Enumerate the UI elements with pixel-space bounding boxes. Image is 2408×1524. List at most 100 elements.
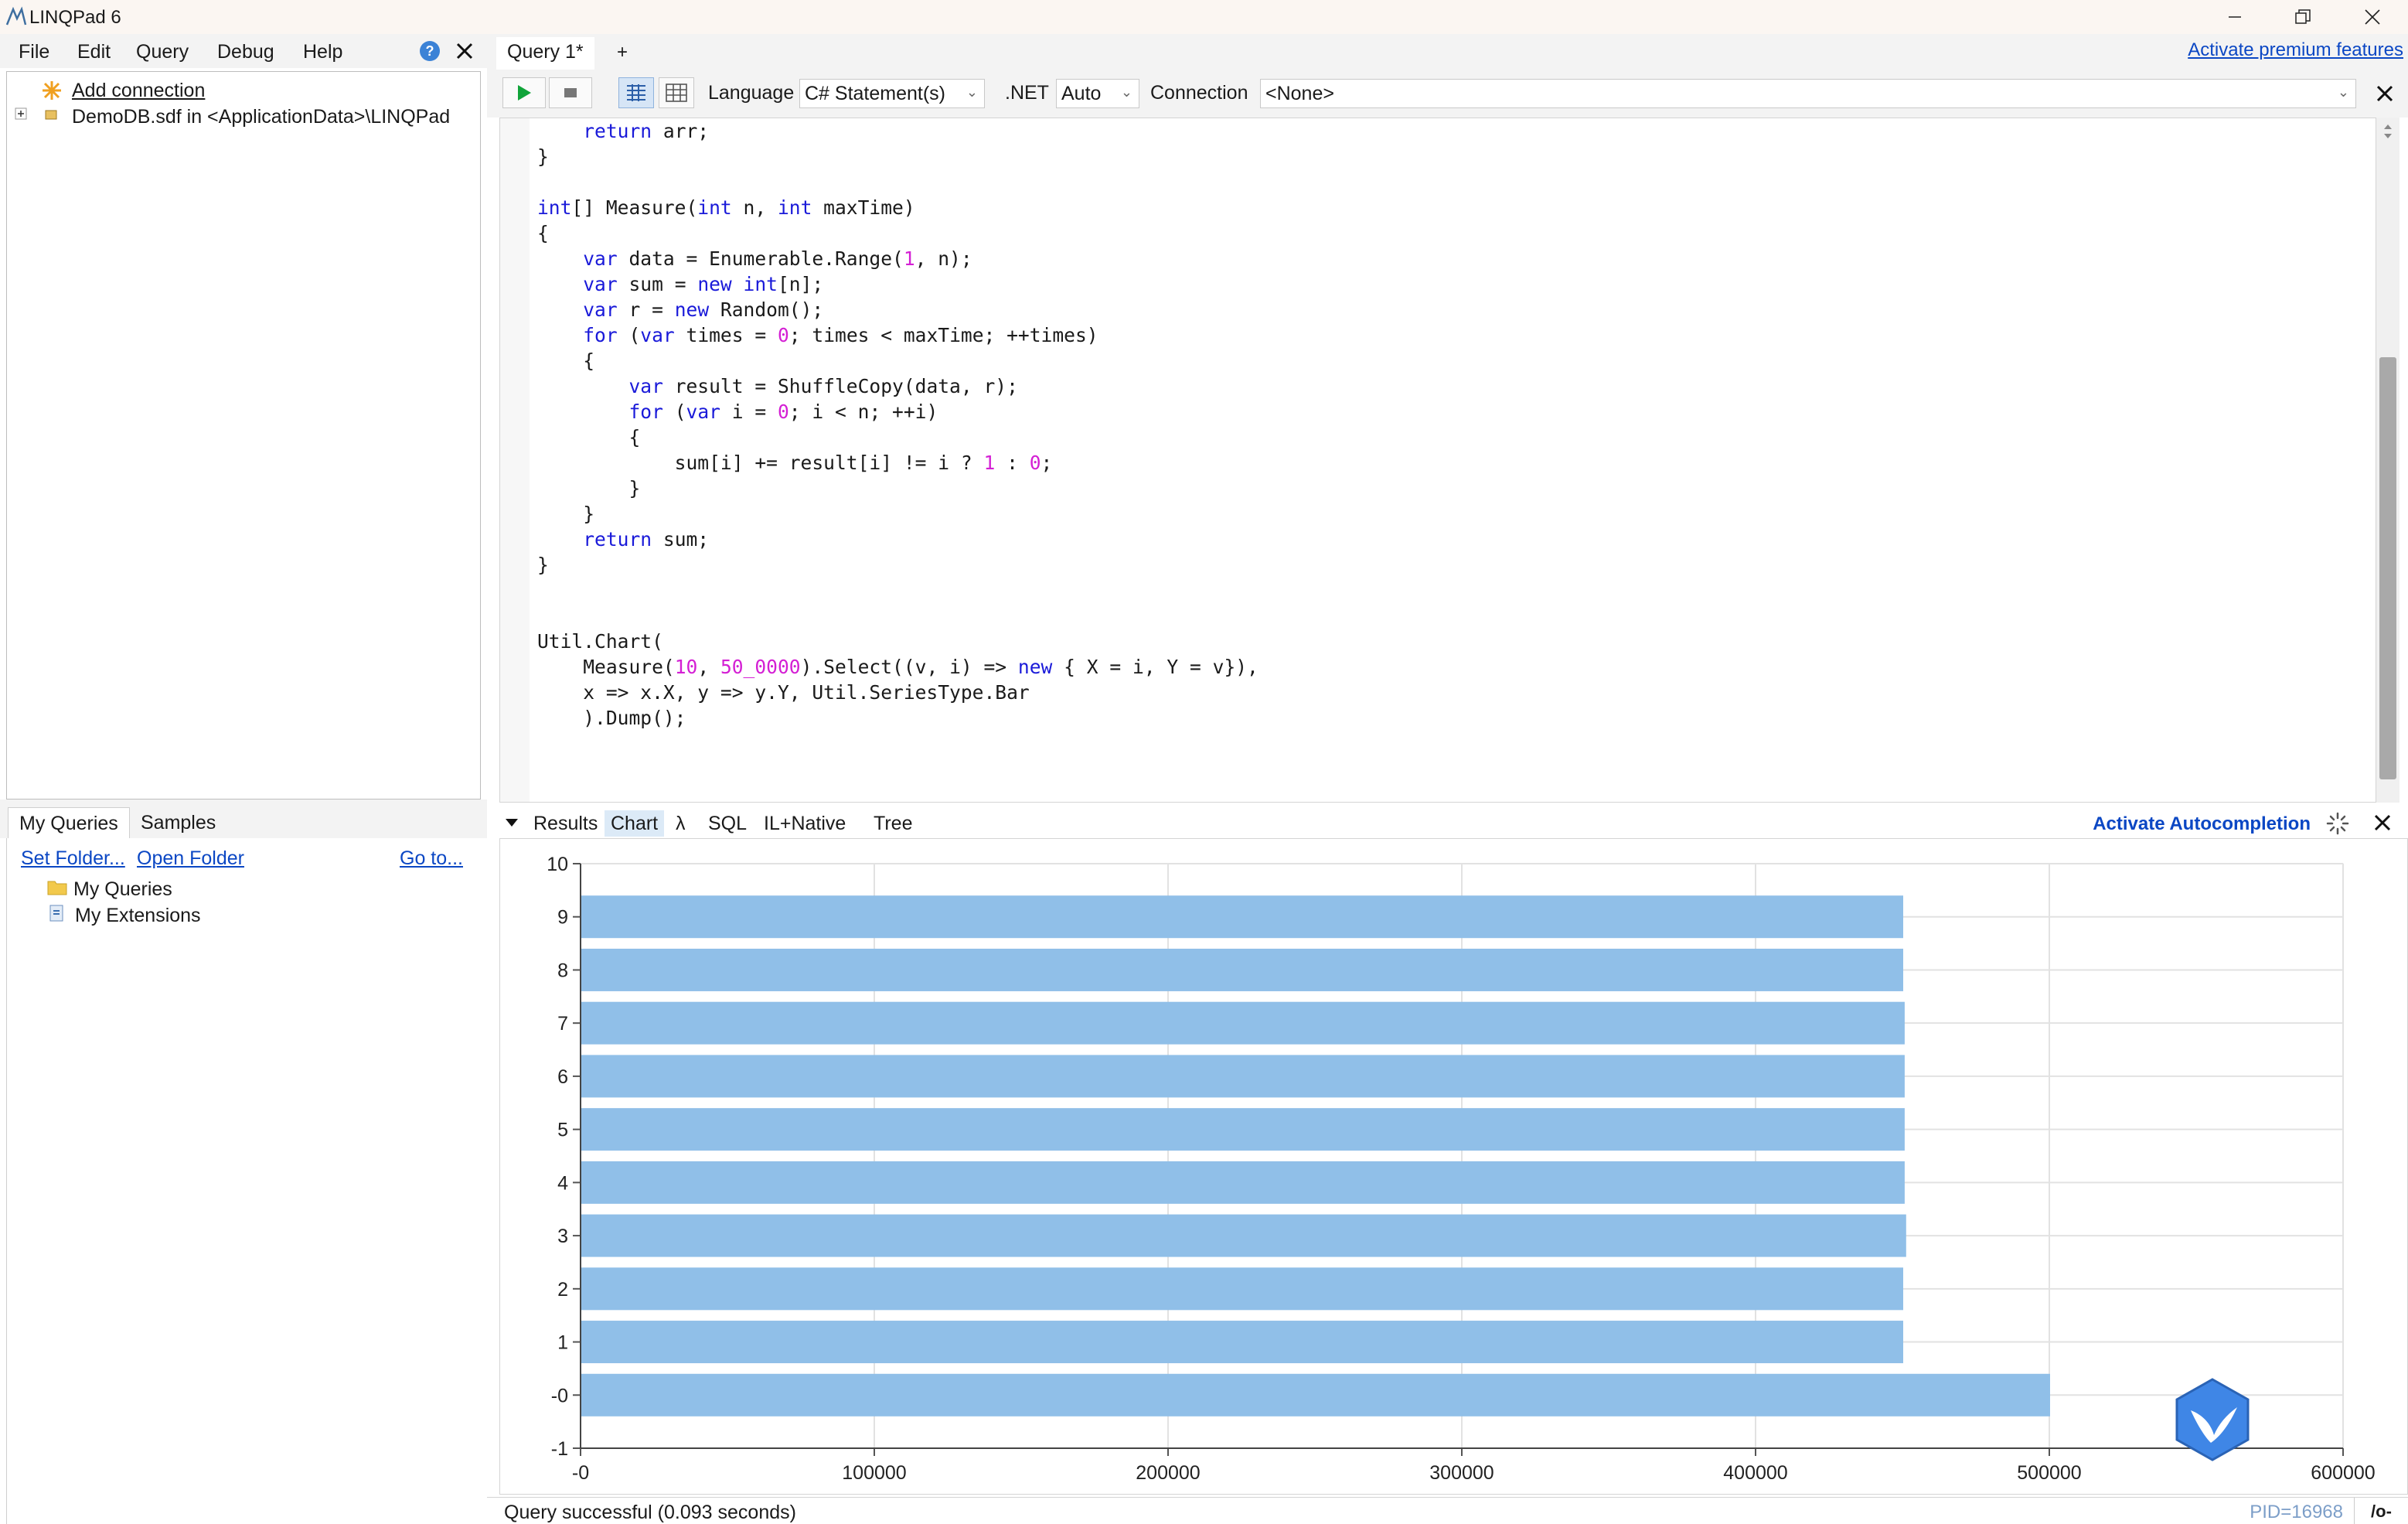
status-bar: Query successful (0.093 seconds) PID=169… — [487, 1497, 2408, 1524]
restore-button[interactable] — [2268, 0, 2338, 34]
menu-help[interactable]: Help — [303, 41, 342, 63]
grid-results-button[interactable] — [659, 77, 694, 108]
y-tick-label: 2 — [557, 1279, 568, 1301]
tab-lambda[interactable]: λ — [669, 810, 692, 837]
tab-results[interactable]: Results — [527, 810, 604, 837]
status-message: Query successful (0.093 seconds) — [504, 1502, 796, 1523]
y-tick-label: 6 — [557, 1066, 568, 1088]
x-tick-label: 600000 — [2311, 1462, 2375, 1484]
collapse-results-icon[interactable] — [504, 817, 519, 829]
close-results-icon[interactable] — [2371, 811, 2394, 834]
close-panel-icon[interactable] — [453, 39, 476, 63]
editor-gutter — [500, 118, 530, 802]
tab-query-1[interactable]: Query 1* — [496, 37, 594, 70]
y-tick-label: 3 — [557, 1226, 568, 1247]
language-value: C# Statement(s) — [805, 83, 946, 104]
tab-chart[interactable]: Chart — [605, 810, 665, 837]
play-icon — [518, 85, 531, 101]
minimize-icon — [2229, 16, 2241, 18]
chevron-down-icon: ⌄ — [2337, 84, 2349, 100]
grid-view-icon — [666, 84, 687, 102]
connection-select[interactable]: <None> ⌄ — [1260, 79, 2356, 108]
bird-logo-icon — [2175, 1378, 2250, 1461]
chart-bar — [581, 1267, 1903, 1311]
run-button[interactable] — [502, 77, 546, 108]
chart-bar — [581, 1214, 1906, 1257]
language-select[interactable]: C# Statement(s) ⌄ — [799, 79, 985, 108]
y-tick-label: -0 — [551, 1385, 568, 1406]
busy-spinner-icon — [2326, 812, 2349, 835]
queries-panel: Set Folder... Open Folder Go to... My Qu… — [6, 838, 481, 1524]
stop-icon — [564, 88, 577, 97]
x-tick-label: 300000 — [1429, 1462, 1494, 1484]
activate-premium-link[interactable]: Activate premium features — [2188, 39, 2403, 61]
y-tick-label: -1 — [551, 1438, 568, 1460]
language-label: Language — [708, 82, 795, 104]
connection-value: <None> — [1265, 83, 1334, 104]
add-connection-star-icon — [43, 81, 61, 100]
tab-my-queries[interactable]: My Queries — [8, 807, 130, 838]
query-toolbar: Language C# Statement(s) ⌄ .NET Auto ⌄ C… — [487, 70, 2408, 118]
tab-sql[interactable]: SQL — [702, 810, 753, 837]
y-tick-label: 4 — [557, 1172, 568, 1194]
x-tick-label: 200000 — [1136, 1462, 1200, 1484]
activate-autocompletion-link[interactable]: Activate Autocompletion — [2093, 813, 2311, 835]
y-tick-label: 7 — [557, 1013, 568, 1035]
chart-bar — [581, 1321, 1903, 1364]
chevron-down-icon: ⌄ — [966, 84, 978, 100]
y-tick-label: 8 — [557, 960, 568, 981]
query-tab-bar: Query 1* + Activate premium features — [487, 34, 2408, 70]
connections-panel: Add connection DemoDB.sdf in <Applicatio… — [6, 71, 481, 862]
menu-file[interactable]: File — [19, 41, 49, 63]
net-value: Auto — [1061, 83, 1102, 104]
help-icon[interactable]: ? — [420, 41, 440, 61]
process-id: PID=16968 — [2250, 1502, 2343, 1522]
title-bar: LINQPad 6 — [0, 0, 2408, 34]
close-window-button[interactable] — [2338, 0, 2407, 34]
chart-bar — [581, 1373, 2050, 1417]
status-box[interactable]: /o- — [2354, 1498, 2408, 1524]
tab-samples[interactable]: Samples — [130, 807, 226, 838]
x-tick-label: -0 — [572, 1462, 589, 1484]
menu-query[interactable]: Query — [136, 41, 189, 63]
restore-icon — [2295, 9, 2311, 24]
minimize-button[interactable] — [2200, 0, 2270, 34]
chart-panel: -0 100000 200000 300000 400000 500000 600000 -1… — [499, 838, 2408, 1495]
menu-bar: File Edit Query Debug Help ? — [0, 34, 487, 68]
net-select[interactable]: Auto ⌄ — [1056, 79, 1139, 108]
code-editor[interactable]: return arr; } int[] Measure(int n, int m… — [499, 118, 2376, 803]
rich-text-results-button[interactable] — [618, 77, 654, 108]
menu-debug[interactable]: Debug — [217, 41, 274, 63]
expand-icon[interactable] — [15, 107, 27, 120]
net-label: .NET — [1005, 82, 1049, 104]
queries-tabs: My Queries Samples — [0, 807, 487, 838]
new-query-tab-button[interactable]: + — [617, 42, 628, 63]
x-tick-label: 400000 — [1723, 1462, 1787, 1484]
tab-il-native[interactable]: IL+Native — [758, 810, 852, 837]
y-tick-label: 10 — [547, 854, 568, 875]
open-folder-link[interactable]: Open Folder — [137, 847, 244, 870]
tab-tree[interactable]: Tree — [867, 810, 918, 837]
chevron-down-icon: ⌄ — [1120, 84, 1132, 100]
y-tick-label: 9 — [557, 907, 568, 929]
menu-edit[interactable]: Edit — [77, 41, 111, 63]
connection-item[interactable]: DemoDB.sdf in <ApplicationData>\LINQPad — [72, 106, 450, 128]
y-tick-label: 5 — [557, 1120, 568, 1141]
stop-button[interactable] — [549, 77, 592, 108]
code-text[interactable]: return arr; } int[] Measure(int n, int m… — [537, 118, 1258, 731]
set-folder-link[interactable]: Set Folder... — [21, 847, 125, 870]
results-tab-bar: Results Chart λ SQL IL+Native Tree Activ… — [499, 807, 2408, 838]
splitter[interactable] — [0, 800, 487, 807]
close-query-icon[interactable] — [2373, 82, 2396, 105]
extensions-icon — [49, 905, 63, 922]
y-tick-label: 1 — [557, 1332, 568, 1354]
tree-my-extensions[interactable]: My Extensions — [75, 905, 201, 927]
go-to-link[interactable]: Go to... — [400, 847, 463, 870]
tree-my-queries[interactable]: My Queries — [73, 878, 172, 901]
chart-bar — [581, 1001, 1905, 1045]
chart-bar — [581, 1161, 1905, 1204]
scroll-arrows-icon — [2384, 124, 2392, 138]
add-connection-link[interactable]: Add connection — [72, 80, 205, 102]
editor-scroll-thumb[interactable] — [2379, 357, 2396, 779]
list-view-icon — [627, 84, 645, 101]
